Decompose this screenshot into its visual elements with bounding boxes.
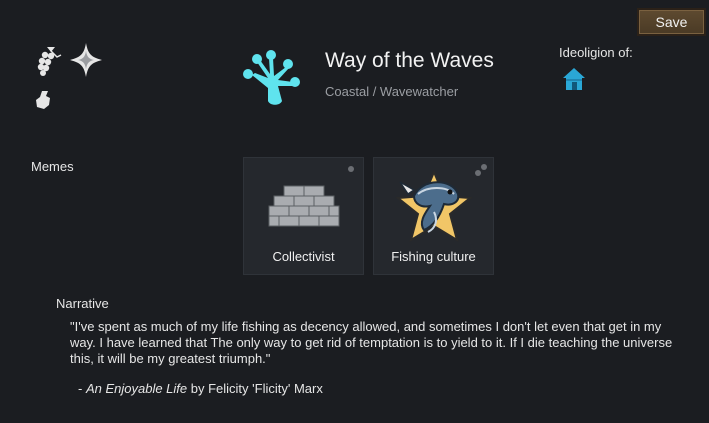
meme-card-fishing-culture[interactable]: Fishing culture (373, 157, 494, 275)
status-dot (481, 164, 487, 170)
house-icon[interactable] (562, 67, 586, 91)
meme-label: Collectivist (272, 249, 335, 264)
book-title: An Enjoyable Life (85, 381, 188, 396)
status-dot (475, 170, 481, 176)
brick-wall-icon (268, 185, 340, 227)
frog-foot-icon (243, 50, 300, 105)
fish-star-icon (395, 169, 473, 243)
status-dot (348, 166, 354, 172)
narrative-label: Narrative (56, 296, 109, 311)
hand-icon (36, 91, 50, 109)
narrative-quote: "I've spent as much of my life fishing a… (70, 319, 673, 366)
narrative-attribution: - An Enjoyable Life by Felicity 'Flicity… (78, 381, 323, 396)
ideoligion-of-label: Ideoligion of: (559, 45, 633, 60)
save-button[interactable]: Save (637, 8, 706, 36)
meme-card-collectivist[interactable]: Collectivist (243, 157, 364, 275)
memes-label: Memes (31, 159, 74, 174)
grapes-icon (37, 47, 62, 76)
ideo-name: Way of the Waves (325, 49, 494, 72)
attribution-prefix: - (78, 381, 86, 396)
meme-label: Fishing culture (391, 249, 476, 264)
attribution-author: by Felicity 'Flicity' Marx (187, 381, 323, 396)
sparkle-icon (70, 43, 102, 77)
ideo-subtitle: Coastal / Wavewatcher (325, 84, 459, 99)
